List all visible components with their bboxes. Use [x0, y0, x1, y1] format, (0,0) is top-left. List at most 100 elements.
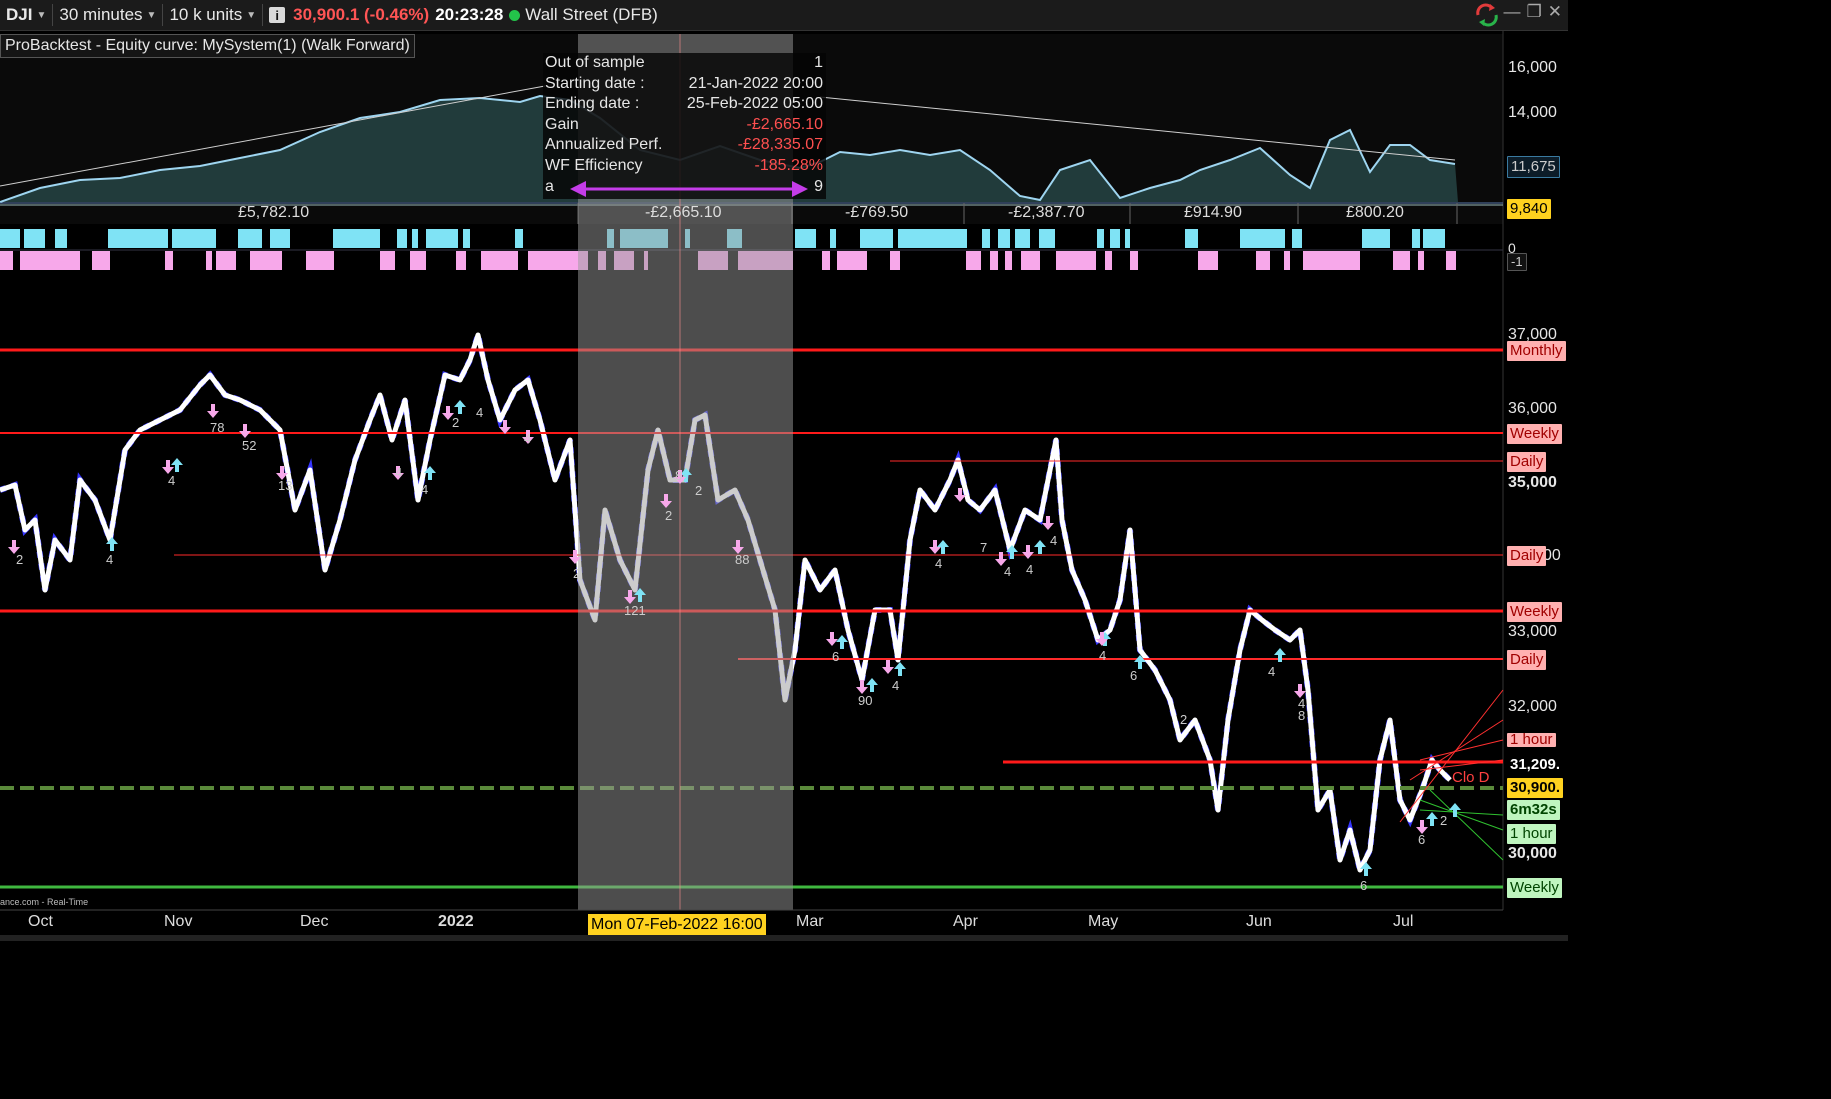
signal-bar-long	[860, 229, 893, 248]
trade-label: 8	[1298, 708, 1305, 723]
level-tag-monthly: Monthly	[1507, 341, 1566, 361]
trade-label: 2	[1440, 813, 1447, 828]
signal-bar-short	[1446, 251, 1456, 270]
signal-bar-short	[92, 251, 110, 270]
oos-ann-label: Annualized Perf.	[545, 136, 663, 154]
trade-label: 4	[1050, 533, 1057, 548]
month-label: Nov	[164, 913, 193, 930]
price-axis-label: 35,000	[1508, 474, 1557, 491]
signal-bar-long	[830, 229, 836, 248]
period-gain: -£769.50	[845, 204, 909, 221]
trade-label: 2	[573, 566, 580, 581]
price-level-tag: 31,209.	[1507, 755, 1564, 775]
signal-bar-short	[410, 251, 426, 270]
signal-bar-short	[250, 251, 282, 270]
signal-axis-label: -1	[1507, 253, 1527, 271]
signal-bar-long	[108, 229, 168, 248]
signal-bar-short	[216, 251, 236, 270]
signal-bar-short	[1418, 251, 1424, 270]
month-label: Jun	[1246, 913, 1272, 930]
level-tag-daily: Daily	[1507, 546, 1547, 566]
signal-bar-long	[898, 229, 967, 248]
signal-bar-long	[0, 229, 20, 248]
oos-gain-label: Gain	[545, 115, 579, 133]
equity-start-value: 9,840	[1507, 199, 1551, 219]
signal-bar-long	[1039, 229, 1055, 248]
signal-bar-long	[1292, 229, 1302, 248]
signal-bar-short	[1198, 251, 1218, 270]
level-tag-weekly: Weekly	[1507, 424, 1562, 444]
trade-label: 2	[665, 508, 672, 523]
signal-bar-long	[1423, 229, 1445, 248]
equity-last-value: 11,675	[1507, 156, 1560, 178]
oos-title: Out of sample	[545, 54, 645, 71]
signal-bar-long	[55, 229, 67, 248]
candle-countdown-tag: 6m32s	[1507, 800, 1560, 820]
month-label: Jul	[1393, 913, 1414, 930]
signal-bar-long	[426, 229, 458, 248]
signal-bar-long	[1097, 229, 1104, 248]
trade-label: 4	[935, 556, 942, 571]
oos-end-label: Ending date :	[545, 95, 640, 113]
signal-bar-long	[1110, 229, 1120, 248]
signal-bar-long	[1240, 229, 1285, 248]
level-tag-weekly: Weekly	[1507, 602, 1562, 622]
oos-start-value: 21-Jan-2022 20:00	[688, 74, 823, 92]
trade-label: 121	[624, 603, 646, 618]
trade-label: 52	[242, 438, 256, 453]
month-label: Apr	[953, 913, 978, 930]
trade-label: 2	[695, 483, 702, 498]
signal-bar-short	[1005, 251, 1012, 270]
signal-bar-long	[333, 229, 380, 248]
signal-bar-short	[1303, 251, 1360, 270]
price-axis-label: 30,000	[1508, 845, 1557, 862]
crosshair-date: Mon 07-Feb-2022 16:00	[588, 914, 766, 936]
equity-axis-label: 16,000	[1508, 59, 1557, 76]
month-label: May	[1088, 913, 1119, 930]
signal-bar-short	[20, 251, 80, 270]
equity-axis-label: 14,000	[1508, 104, 1557, 121]
price-axis-label: 36,000	[1508, 400, 1557, 417]
signal-bar-short	[456, 251, 466, 270]
signal-bar-long	[412, 229, 418, 248]
trade-label: 6	[1130, 668, 1137, 683]
trade-label: 6	[1418, 832, 1425, 847]
signal-bar-long	[463, 229, 470, 248]
signal-bar-long	[24, 229, 45, 248]
equity-panel-title: ProBacktest - Equity curve: MySystem(1) …	[0, 34, 415, 58]
oos-index: 1	[814, 54, 823, 71]
trade-label: 4	[168, 473, 175, 488]
level-tag-1-hour: 1 hour	[1507, 733, 1556, 747]
signal-bar-short	[1021, 251, 1040, 270]
current-price-tag: 30,900.	[1507, 778, 1564, 798]
level-tag-weekly: Weekly	[1507, 878, 1562, 898]
scroll-bar[interactable]	[0, 935, 1568, 941]
trade-label: 4	[1099, 648, 1106, 663]
trade-label: 4	[524, 431, 531, 446]
trade-label: 4	[476, 405, 483, 420]
oos-ann-value: -£28,335.07	[737, 136, 823, 154]
signal-bar-long	[1362, 229, 1390, 248]
trade-label: 4	[1026, 562, 1033, 577]
trade-label: 2	[16, 552, 23, 567]
signal-bar-short	[822, 251, 830, 270]
data-source: ance.com - Real-Time	[0, 897, 89, 907]
trade-label: 90	[858, 693, 872, 708]
oos-end-value: 25-Feb-2022 05:00	[686, 95, 823, 113]
price-axis-label: 33,000	[1508, 623, 1557, 640]
close-daily-label: Clo D	[1452, 769, 1490, 786]
trade-label: 8	[675, 468, 682, 483]
trade-label: 78	[210, 420, 224, 435]
signal-bar-short	[966, 251, 981, 270]
trade-label: 2	[452, 415, 459, 430]
month-label: Dec	[300, 913, 329, 930]
period-gain: £914.90	[1184, 204, 1242, 221]
oos-gain-value: -£2,665.10	[746, 115, 823, 133]
period-gain: -£2,665.10	[645, 204, 722, 221]
oos-start-label: Starting date :	[545, 74, 645, 92]
oos-nine: 9	[814, 177, 823, 195]
trade-label: 4	[106, 552, 113, 567]
trade-label: 6	[832, 649, 839, 664]
signal-bar-long	[998, 229, 1010, 248]
signal-bar-short	[481, 251, 518, 270]
